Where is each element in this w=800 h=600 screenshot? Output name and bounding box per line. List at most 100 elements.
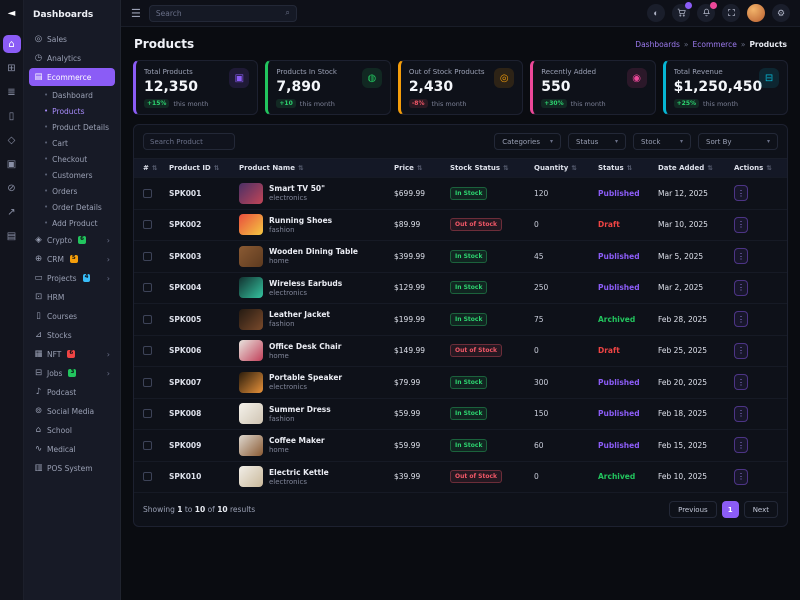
rail-layers-icon[interactable]: ≣	[3, 83, 21, 101]
stock-status-badge: In Stock	[450, 281, 487, 294]
row-actions-button[interactable]: ⋮	[734, 469, 748, 485]
fullscreen-button[interactable]	[722, 4, 740, 22]
avatar[interactable]	[747, 4, 765, 22]
bullet-icon: •	[44, 171, 48, 179]
sidebar-item-medical[interactable]: ∿Medical	[29, 440, 115, 458]
filter-select-categories[interactable]: Categories▾	[494, 133, 561, 150]
next-page-button[interactable]: Next	[744, 501, 778, 518]
sidebar-item-ecommerce[interactable]: ▤Ecommerce	[29, 68, 115, 86]
sidebar-item-add-product[interactable]: •Add Product	[29, 215, 115, 231]
rail-charts-icon[interactable]: ↗	[3, 203, 21, 221]
global-search-input[interactable]	[156, 9, 282, 18]
row-checkbox[interactable]	[143, 378, 152, 387]
chevron-down-icon: ▾	[550, 138, 553, 145]
column-header-stock-status[interactable]: Stock Status⇅	[450, 164, 534, 172]
hamburger-menu-icon[interactable]: ☰	[131, 7, 141, 20]
rail-widgets-icon[interactable]: ▣	[3, 155, 21, 173]
sidebar-item-podcast[interactable]: ♪Podcast	[29, 383, 115, 401]
row-actions-button[interactable]: ⋮	[734, 185, 748, 201]
cart-icon	[677, 8, 686, 19]
sidebar-item-nft[interactable]: ▦NFT6›	[29, 345, 115, 363]
page-number-1[interactable]: 1	[722, 501, 739, 518]
theme-toggle-button[interactable]: ◐	[647, 4, 665, 22]
row-actions-button[interactable]: ⋮	[734, 406, 748, 422]
column-header-actions[interactable]: Actions⇅	[734, 164, 778, 172]
sidebar-item-hrm[interactable]: ⊡HRM	[29, 288, 115, 306]
filter-select-stock[interactable]: Stock▾	[633, 133, 691, 150]
sidebar-item-crypto[interactable]: ◈Crypto6›	[29, 231, 115, 249]
column-header-date-added[interactable]: Date Added⇅	[658, 164, 734, 172]
sidebar-item-crm[interactable]: ⊕CRM5›	[29, 250, 115, 268]
app-logo[interactable]: ◄	[4, 5, 20, 21]
table-row: SPK009Coffee Makerhome$59.99In Stock60Pu…	[134, 429, 787, 461]
row-actions-button[interactable]: ⋮	[734, 280, 748, 296]
notifications-button[interactable]	[697, 4, 715, 22]
rail-compass-icon[interactable]: ⊘	[3, 179, 21, 197]
quantity-cell: 45	[534, 252, 598, 261]
product-name-text: Coffee Makerhome	[269, 436, 325, 454]
row-actions-button[interactable]: ⋮	[734, 437, 748, 453]
sidebar-item-sales[interactable]: ◎Sales	[29, 30, 115, 48]
sidebar-item-checkout[interactable]: •Checkout	[29, 151, 115, 167]
notification-badge	[710, 2, 717, 9]
sidebar-item-stocks[interactable]: ⊿Stocks	[29, 326, 115, 344]
sidebar-item-orders[interactable]: •Orders	[29, 183, 115, 199]
sidebar-item-social-media[interactable]: ⊚Social Media	[29, 402, 115, 420]
row-actions-button[interactable]: ⋮	[734, 374, 748, 390]
row-actions-button[interactable]: ⋮	[734, 248, 748, 264]
breadcrumb-dashboards[interactable]: Dashboards	[635, 40, 680, 49]
rail-apps-grid-icon[interactable]: ⊞	[3, 59, 21, 77]
chevron-down-icon: ▾	[680, 138, 683, 145]
sidebar-item-product-details[interactable]: •Product Details	[29, 119, 115, 135]
stock-status-badge: In Stock	[450, 439, 487, 452]
filter-select-sort-by[interactable]: Sort By▾	[698, 133, 778, 150]
sidebar-item-customers[interactable]: •Customers	[29, 167, 115, 183]
rail-home-icon[interactable]: ⌂	[3, 35, 21, 53]
row-checkbox[interactable]	[143, 409, 152, 418]
sidebar-item-analytics[interactable]: ◷Analytics	[29, 49, 115, 67]
column-header--[interactable]: #⇅	[143, 164, 169, 172]
stat-footnote: +15%this month	[144, 99, 249, 108]
row-checkbox[interactable]	[143, 315, 152, 324]
crm-icon: ⊕	[34, 254, 43, 264]
row-actions-button[interactable]: ⋮	[734, 217, 748, 233]
previous-page-button[interactable]: Previous	[669, 501, 717, 518]
sidebar-item-courses[interactable]: ▯Courses	[29, 307, 115, 325]
search-icon[interactable]: ⌕	[285, 8, 289, 18]
rail-tables-icon[interactable]: ▤	[3, 227, 21, 245]
column-header-product-name[interactable]: Product Name⇅	[239, 164, 394, 172]
date-added-cell: Mar 10, 2025	[658, 220, 734, 229]
row-actions-button[interactable]: ⋮	[734, 311, 748, 327]
product-search-input[interactable]	[143, 133, 235, 150]
sidebar-item-dashboard[interactable]: •Dashboard	[29, 87, 115, 103]
row-checkbox[interactable]	[143, 346, 152, 355]
product-thumbnail	[239, 403, 263, 424]
sidebar-item-school[interactable]: ⌂School	[29, 421, 115, 439]
sidebar-item-label: NFT	[47, 350, 61, 359]
bullet-icon: •	[44, 219, 48, 227]
sidebar-item-products[interactable]: •Products	[29, 103, 115, 119]
row-checkbox[interactable]	[143, 472, 152, 481]
row-checkbox[interactable]	[143, 220, 152, 229]
column-header-status[interactable]: Status⇅	[598, 164, 658, 172]
row-checkbox[interactable]	[143, 252, 152, 261]
sidebar-item-cart[interactable]: •Cart	[29, 135, 115, 151]
column-header-product-id[interactable]: Product ID⇅	[169, 164, 239, 172]
app-root: ◄ ⌂ ⊞ ≣ ▯ ◇ ▣ ⊘ ↗ ▤ Dashboards ◎Sales◷Analytics▤…	[0, 0, 800, 600]
row-checkbox[interactable]	[143, 441, 152, 450]
rail-components-icon[interactable]: ◇	[3, 131, 21, 149]
column-header-quantity[interactable]: Quantity⇅	[534, 164, 598, 172]
sidebar-item-order-details[interactable]: •Order Details	[29, 199, 115, 215]
filter-select-status[interactable]: Status▾	[568, 133, 626, 150]
column-header-price[interactable]: Price⇅	[394, 164, 450, 172]
cart-button[interactable]	[672, 4, 690, 22]
row-checkbox[interactable]	[143, 189, 152, 198]
settings-button[interactable]: ⚙	[772, 4, 790, 22]
row-actions-button[interactable]: ⋮	[734, 343, 748, 359]
sidebar-item-projects[interactable]: ▭Projects4›	[29, 269, 115, 287]
row-checkbox[interactable]	[143, 283, 152, 292]
breadcrumb-ecommerce[interactable]: Ecommerce	[693, 40, 737, 49]
rail-pages-icon[interactable]: ▯	[3, 107, 21, 125]
sidebar-item-jobs[interactable]: ⊟Jobs3›	[29, 364, 115, 382]
sidebar-item-pos-system[interactable]: ▥POS System	[29, 459, 115, 477]
